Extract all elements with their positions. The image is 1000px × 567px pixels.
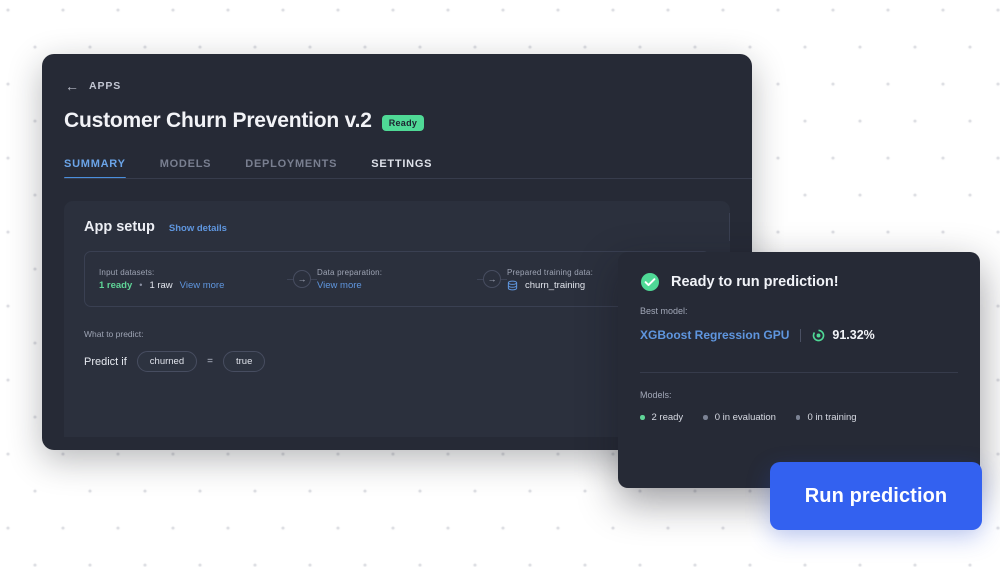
stat-models-ready: 2 ready (640, 412, 683, 423)
datasets-ready-count: 1 ready (99, 279, 133, 291)
breadcrumb[interactable]: ← APPS (64, 76, 730, 96)
predict-value-chip[interactable]: true (222, 351, 266, 372)
predict-field-chip[interactable]: churned (136, 351, 198, 372)
pipeline-connector-1: → (287, 270, 317, 288)
separator-dot: • (139, 280, 143, 290)
prediction-card-header: Ready to run prediction! (640, 272, 958, 292)
stat-label: 0 in evaluation (714, 412, 776, 423)
prediction-card-title: Ready to run prediction! (671, 274, 839, 290)
data-preparation-view-more-link[interactable]: View more (317, 280, 362, 291)
panel-edge-hairline (729, 213, 730, 241)
predict-operator: = (207, 356, 213, 367)
step-label: Data preparation: (317, 267, 383, 277)
breadcrumb-label[interactable]: APPS (89, 80, 121, 92)
pipeline-step-input-datasets: Input datasets: 1 ready • 1 raw View mor… (99, 268, 287, 291)
page-title: Customer Churn Prevention v.2 (64, 109, 372, 132)
check-circle-icon (641, 273, 659, 291)
pipeline-connector-2: → (477, 270, 507, 288)
best-model-row: XGBoost Regression GPU 91.32% (640, 328, 958, 342)
status-dot-icon (703, 415, 708, 420)
prediction-ready-card: Ready to run prediction! Best model: XGB… (618, 252, 980, 488)
divider (800, 328, 802, 342)
show-details-link[interactable]: Show details (169, 223, 227, 234)
training-dataset-name[interactable]: churn_training (525, 280, 585, 291)
stat-label: 0 in training (807, 412, 857, 423)
arrow-right-circle-icon: → (483, 270, 501, 288)
run-prediction-button[interactable]: Run prediction (770, 462, 982, 530)
what-to-predict-block: What to predict: Predict if churned = tr… (84, 329, 710, 372)
datasets-raw-count: 1 raw (149, 279, 173, 291)
accuracy-group: 91.32% (812, 328, 875, 342)
models-label: Models: (640, 390, 672, 400)
tab-models[interactable]: MODELS (160, 158, 212, 179)
best-model-link[interactable]: XGBoost Regression GPU (640, 328, 789, 342)
pipeline-step-prepared-training-data: Prepared training data: churn_training (507, 268, 593, 291)
stat-models-in-evaluation: 0 in evaluation (703, 412, 776, 423)
tab-bar-rule (64, 178, 752, 179)
step-label: Input datasets: (99, 267, 155, 277)
setup-pipeline: Input datasets: 1 ready • 1 raw View mor… (84, 251, 710, 307)
status-dot-icon (795, 415, 801, 420)
app-setup-title: App setup (84, 219, 155, 235)
card-divider (640, 372, 958, 373)
step-value: 1 ready • 1 raw View more (99, 280, 287, 291)
status-dot-icon (640, 415, 645, 420)
arrow-left-icon[interactable]: ← (64, 78, 80, 94)
stat-models-in-training: 0 in training (795, 412, 857, 423)
tab-settings[interactable]: SETTINGS (371, 158, 432, 179)
predict-expression: Predict if churned = true (84, 351, 710, 372)
stat-label: 2 ready (651, 412, 684, 423)
database-icon (507, 280, 518, 290)
arrow-right-circle-icon: → (293, 270, 311, 288)
status-badge: Ready (381, 115, 425, 131)
model-stats-row: 2 ready 0 in evaluation 0 in training (640, 412, 958, 423)
step-value: churn_training (507, 280, 593, 291)
tab-summary[interactable]: SUMMARY (64, 158, 126, 179)
best-model-label: Best model: (640, 306, 688, 316)
step-label: Prepared training data: (507, 267, 593, 277)
title-row: Customer Churn Prevention v.2 Ready (64, 109, 730, 133)
tab-deployments[interactable]: DEPLOYMENTS (245, 158, 337, 179)
predict-prefix: Predict if (84, 355, 127, 368)
app-setup-header: App setup Show details (84, 219, 710, 235)
accuracy-value: 91.32% (832, 328, 875, 342)
what-to-predict-label: What to predict: (84, 329, 144, 339)
gauge-icon (813, 329, 825, 341)
pipeline-step-data-preparation: Data preparation: View more (317, 268, 477, 291)
step-value: View more (317, 280, 477, 291)
tab-bar: SUMMARY MODELS DEPLOYMENTS SETTINGS (64, 149, 752, 179)
input-datasets-view-more-link[interactable]: View more (180, 280, 225, 291)
